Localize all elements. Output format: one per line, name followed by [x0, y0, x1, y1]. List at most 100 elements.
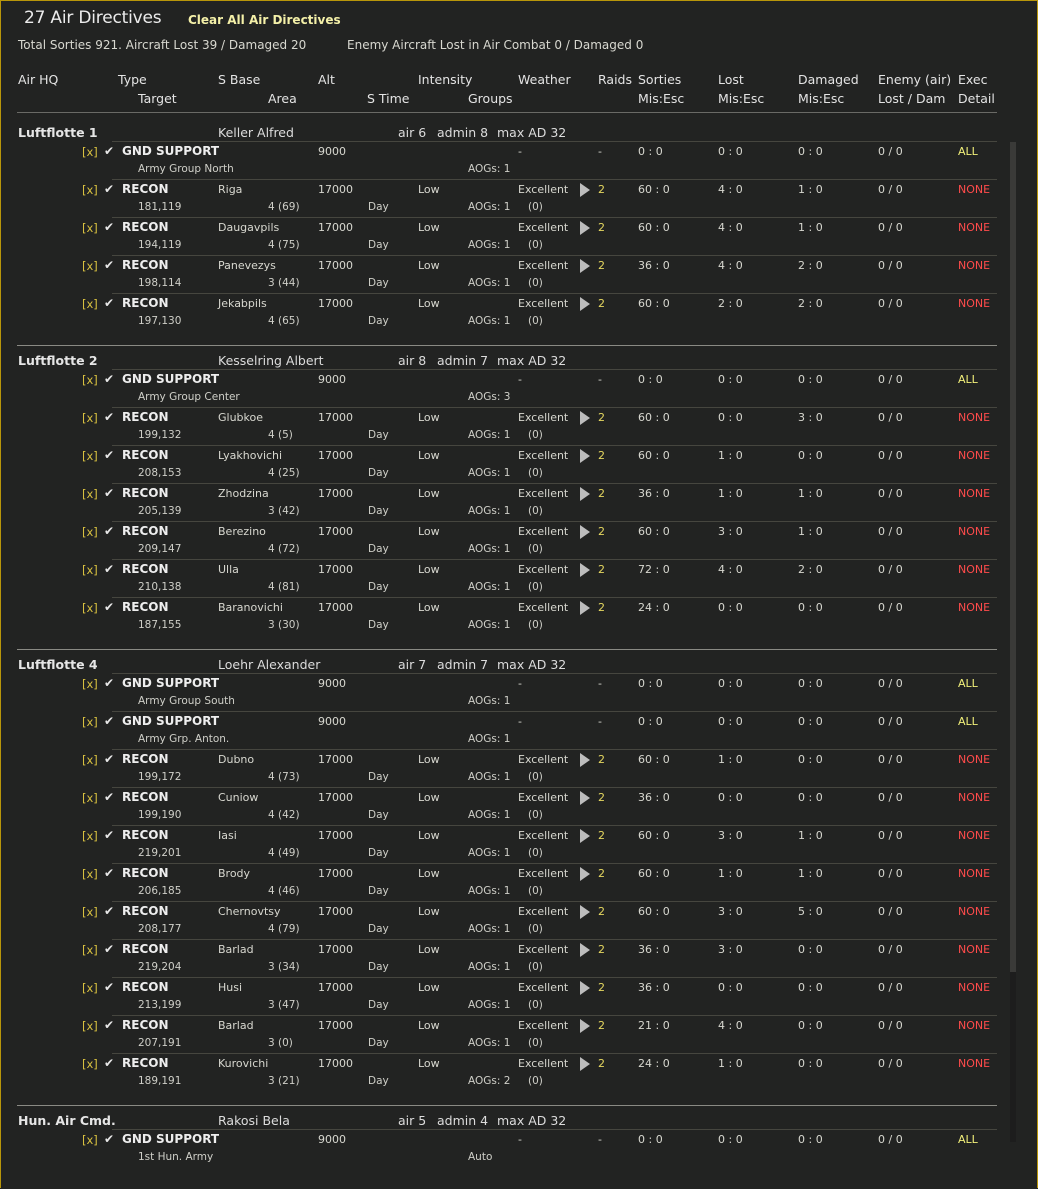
delete-directive-button[interactable]: [x] — [82, 715, 98, 729]
altitude[interactable]: 17000 — [318, 525, 353, 538]
exec-detail-link[interactable]: NONE — [958, 183, 990, 196]
intensity[interactable]: Low — [418, 943, 440, 956]
base-name[interactable]: Zhodzina — [218, 487, 269, 500]
raid-play-icon[interactable] — [580, 981, 590, 995]
altitude[interactable]: 17000 — [318, 183, 353, 196]
exec-detail-link[interactable]: NONE — [958, 753, 990, 766]
header-exec[interactable]: Exec — [958, 72, 987, 87]
directive-type[interactable]: RECON — [122, 904, 169, 918]
delete-directive-button[interactable]: [x] — [82, 1057, 98, 1071]
exec-detail-link[interactable]: NONE — [958, 981, 990, 994]
enable-checkbox[interactable]: ✔ — [104, 562, 114, 576]
delete-directive-button[interactable]: [x] — [82, 449, 98, 463]
base-name[interactable]: Berezino — [218, 525, 266, 538]
intensity[interactable]: Low — [418, 221, 440, 234]
directive-type[interactable]: RECON — [122, 182, 169, 196]
exec-detail-link[interactable]: ALL — [958, 373, 978, 386]
raid-play-icon[interactable] — [580, 411, 590, 425]
directive-type[interactable]: RECON — [122, 866, 169, 880]
altitude[interactable]: 17000 — [318, 411, 353, 424]
delete-directive-button[interactable]: [x] — [82, 487, 98, 501]
intensity[interactable]: Low — [418, 487, 440, 500]
altitude[interactable]: 17000 — [318, 563, 353, 576]
header-sorties[interactable]: Sorties — [638, 72, 681, 87]
target-name[interactable]: 219,204 — [138, 961, 181, 973]
raid-play-icon[interactable] — [580, 449, 590, 463]
directive-type[interactable]: RECON — [122, 524, 169, 538]
header-damaged[interactable]: Damaged — [798, 72, 859, 87]
enable-checkbox[interactable]: ✔ — [104, 828, 114, 842]
target-name[interactable]: 197,130 — [138, 315, 181, 327]
base-name[interactable]: Jekabpils — [218, 297, 267, 310]
exec-detail-link[interactable]: NONE — [958, 487, 990, 500]
directive-type[interactable]: RECON — [122, 410, 169, 424]
base-name[interactable]: Cuniow — [218, 791, 258, 804]
altitude[interactable]: 17000 — [318, 487, 353, 500]
header-raids[interactable]: Raids — [598, 72, 632, 87]
altitude[interactable]: 17000 — [318, 981, 353, 994]
directive-type[interactable]: RECON — [122, 1056, 169, 1070]
altitude[interactable]: 17000 — [318, 905, 353, 918]
altitude[interactable]: 17000 — [318, 1057, 353, 1070]
enable-checkbox[interactable]: ✔ — [104, 714, 114, 728]
directive-type[interactable]: RECON — [122, 828, 169, 842]
directive-type[interactable]: GND SUPPORT — [122, 714, 219, 728]
delete-directive-button[interactable]: [x] — [82, 259, 98, 273]
base-name[interactable]: Panevezys — [218, 259, 276, 272]
intensity[interactable]: Low — [418, 905, 440, 918]
directive-type[interactable]: RECON — [122, 486, 169, 500]
delete-directive-button[interactable]: [x] — [82, 867, 98, 881]
exec-detail-link[interactable]: NONE — [958, 449, 990, 462]
air-hq-commander[interactable]: Kesselring Albert — [218, 353, 324, 368]
altitude[interactable]: 17000 — [318, 943, 353, 956]
exec-detail-link[interactable]: ALL — [958, 677, 978, 690]
target-name[interactable]: 189,191 — [138, 1075, 181, 1087]
header-air-hq[interactable]: Air HQ — [18, 72, 58, 87]
intensity[interactable]: Low — [418, 297, 440, 310]
altitude[interactable]: 9000 — [318, 1133, 346, 1146]
delete-directive-button[interactable]: [x] — [82, 601, 98, 615]
altitude[interactable]: 17000 — [318, 221, 353, 234]
exec-detail-link[interactable]: NONE — [958, 525, 990, 538]
exec-detail-link[interactable]: NONE — [958, 867, 990, 880]
intensity[interactable]: Low — [418, 1057, 440, 1070]
exec-detail-link[interactable]: NONE — [958, 259, 990, 272]
base-name[interactable]: Riga — [218, 183, 242, 196]
enable-checkbox[interactable]: ✔ — [104, 524, 114, 538]
delete-directive-button[interactable]: [x] — [82, 221, 98, 235]
enable-checkbox[interactable]: ✔ — [104, 448, 114, 462]
scrollbar-thumb[interactable] — [1010, 142, 1016, 972]
enable-checkbox[interactable]: ✔ — [104, 1018, 114, 1032]
raid-play-icon[interactable] — [580, 905, 590, 919]
delete-directive-button[interactable]: [x] — [82, 753, 98, 767]
delete-directive-button[interactable]: [x] — [82, 563, 98, 577]
directive-type[interactable]: RECON — [122, 258, 169, 272]
intensity[interactable]: Low — [418, 563, 440, 576]
delete-directive-button[interactable]: [x] — [82, 525, 98, 539]
air-hq-name[interactable]: Hun. Air Cmd. — [18, 1113, 116, 1128]
directive-type[interactable]: GND SUPPORT — [122, 144, 219, 158]
altitude[interactable]: 17000 — [318, 867, 353, 880]
directive-type[interactable]: RECON — [122, 600, 169, 614]
target-name[interactable]: 208,153 — [138, 467, 181, 479]
enable-checkbox[interactable]: ✔ — [104, 144, 114, 158]
raid-play-icon[interactable] — [580, 183, 590, 197]
header-area[interactable]: Area — [268, 91, 297, 106]
delete-directive-button[interactable]: [x] — [82, 373, 98, 387]
exec-detail-link[interactable]: NONE — [958, 1019, 990, 1032]
raid-play-icon[interactable] — [580, 867, 590, 881]
altitude[interactable]: 9000 — [318, 677, 346, 690]
enable-checkbox[interactable]: ✔ — [104, 486, 114, 500]
target-name[interactable]: 209,147 — [138, 543, 181, 555]
target-name[interactable]: 187,155 — [138, 619, 181, 631]
altitude[interactable]: 9000 — [318, 715, 346, 728]
header-groups[interactable]: Groups — [468, 91, 513, 106]
target-name[interactable]: 210,138 — [138, 581, 181, 593]
exec-detail-link[interactable]: NONE — [958, 943, 990, 956]
exec-detail-link[interactable]: NONE — [958, 411, 990, 424]
target-name[interactable]: Army Group North — [138, 163, 234, 175]
base-name[interactable]: Barlad — [218, 1019, 254, 1032]
altitude[interactable]: 17000 — [318, 753, 353, 766]
target-name[interactable]: 207,191 — [138, 1037, 181, 1049]
exec-detail-link[interactable]: NONE — [958, 297, 990, 310]
